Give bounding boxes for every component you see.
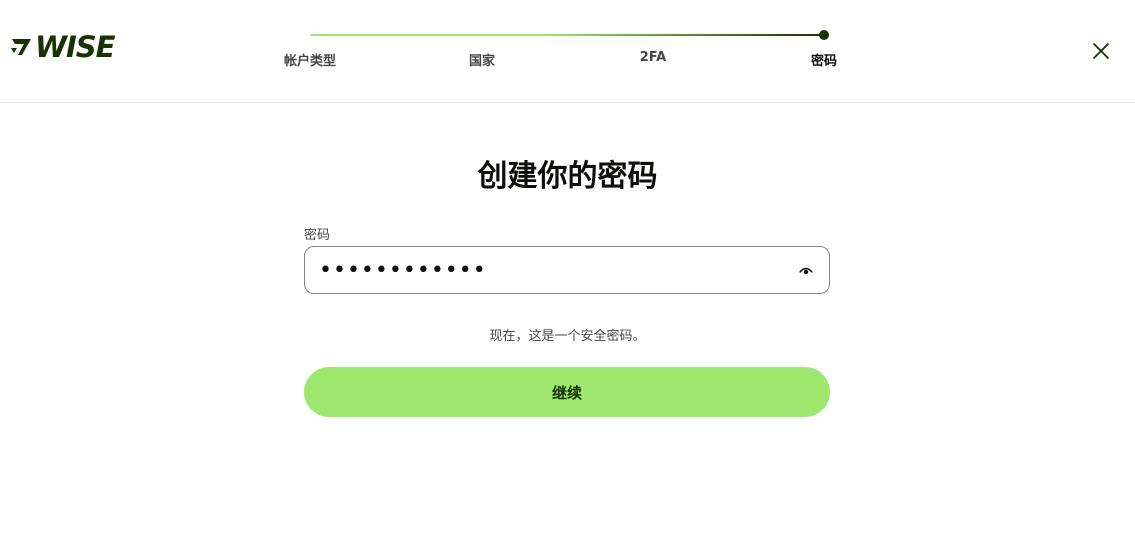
wise-wordmark: WISE [35,30,115,64]
close-icon [1093,43,1109,59]
continue-button[interactable]: 继续 [304,367,830,417]
password-strength-hint: 现在，这是一个安全密码。 [489,329,646,344]
password-field[interactable] [304,246,830,294]
eye-icon [799,267,813,275]
password-label: 密码 [304,228,331,243]
page-title: 创建你的密码 [477,159,658,194]
wise-logo[interactable]: WISE [10,30,115,64]
show-password-button[interactable] [797,262,815,280]
stepper-current-dot [819,30,829,40]
wise-flag-icon [11,39,31,55]
top-bar: WISE 帐户类型 国家 2FA 密码 [0,0,1135,103]
step-account-type[interactable]: 帐户类型 [284,50,336,69]
stepper-progress-track [310,34,824,36]
step-country[interactable]: 国家 [469,50,495,69]
close-button[interactable] [1088,38,1114,64]
step-2fa[interactable]: 2FA [640,50,667,65]
password-input[interactable] [319,247,779,293]
step-password: 密码 [810,54,838,69]
signup-stepper: 帐户类型 国家 2FA 密码 [250,22,890,82]
